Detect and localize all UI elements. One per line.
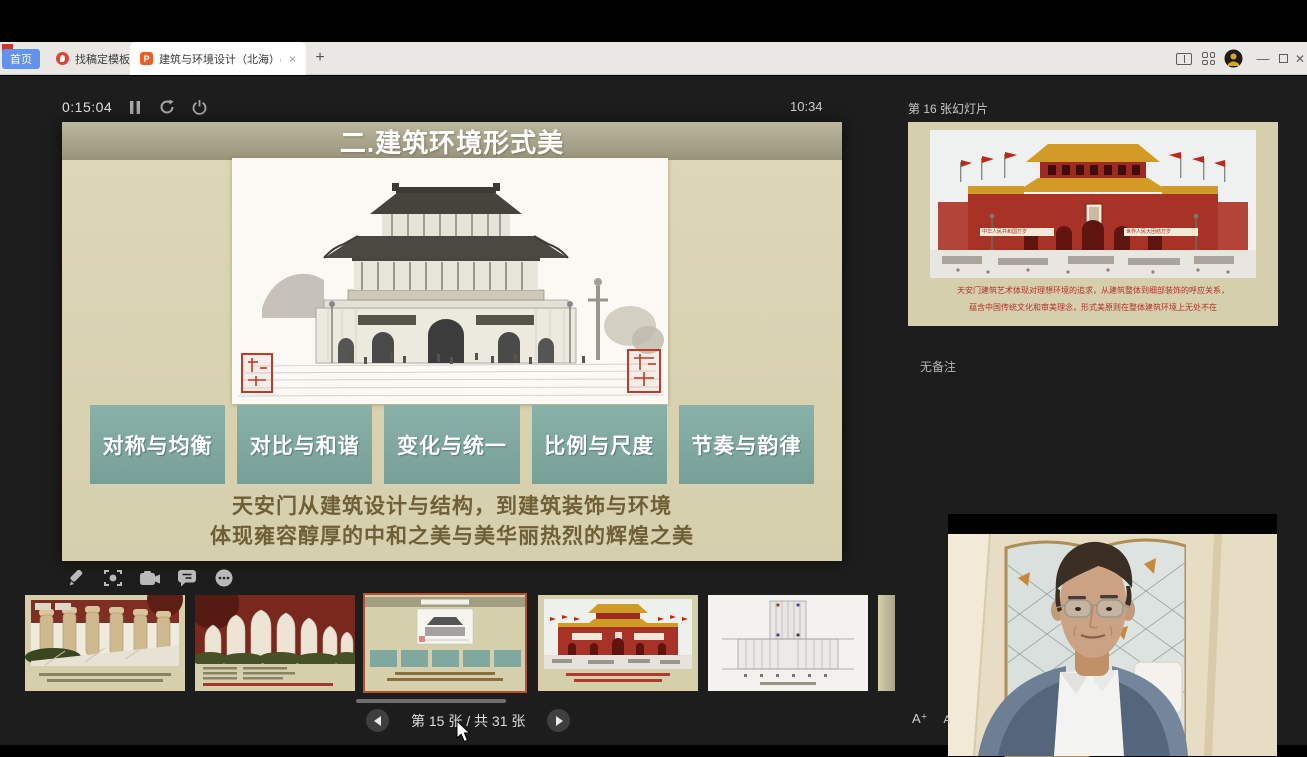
annotation-toolbar — [66, 568, 234, 588]
power-icon — [192, 100, 207, 115]
webcam-feed — [948, 514, 1277, 757]
tab-home[interactable]: 首页 — [2, 49, 40, 69]
thumbnail-slide-16[interactable] — [538, 595, 698, 691]
tab-document[interactable]: P 建筑与环境设计（北海）(2).pptx × — [130, 42, 306, 75]
minimize-button[interactable]: — — [1254, 42, 1272, 75]
thumbnail-slide-17[interactable] — [708, 595, 868, 691]
next-slide-button[interactable] — [547, 709, 570, 732]
keyword-proportion: 比例与尺度 — [532, 405, 667, 484]
comment-icon — [178, 570, 196, 587]
more-button[interactable] — [214, 568, 234, 588]
slide-caption-line2: 体现雍容醇厚的中和之美与美华丽热烈的辉煌之美 — [62, 520, 842, 550]
preview-plaque-right: 世界人民大团结万岁 — [1124, 228, 1198, 236]
next-icon — [554, 716, 564, 726]
preview-caption-line1: 天安门建筑艺术体现对理想环境的追求，从建筑整体到细部装饰的呼应关系， — [908, 285, 1278, 296]
keyword-symmetry: 对称与均衡 — [90, 405, 225, 484]
restore-button[interactable] — [1274, 42, 1292, 75]
side-panel-button[interactable] — [1176, 42, 1196, 75]
wall-clock: 10:34 — [790, 99, 823, 114]
more-icon — [215, 569, 233, 587]
preview-plaque-left: 中华人民共和国万岁 — [980, 228, 1054, 236]
camera-button[interactable] — [140, 568, 160, 588]
speaker-notes-empty: 无备注 — [920, 358, 956, 375]
thumbnail-slide-18-partial[interactable] — [878, 595, 895, 691]
notes-font-controls: A⁺ A — [912, 711, 951, 727]
tab-document-label: 建筑与环境设计（北海）(2).pptx — [159, 51, 281, 67]
mouse-cursor — [456, 721, 472, 743]
pen-icon — [68, 570, 85, 587]
keyword-contrast: 对比与和谐 — [237, 405, 372, 484]
slide-keyword-buttons: 对称与均衡 对比与和谐 变化与统一 比例与尺度 节奏与韵律 — [90, 405, 814, 484]
tab-close-icon[interactable]: × — [289, 52, 296, 66]
reset-timer-button[interactable] — [158, 98, 176, 116]
laser-pointer-button[interactable] — [103, 568, 123, 588]
reset-icon — [159, 99, 175, 115]
restore-icon — [1279, 54, 1288, 63]
screen: 首页 找稿定模板 P 建筑与环境设计（北海）(2).pptx × + — — [0, 0, 1307, 757]
tab-template-label: 找稿定模板 — [75, 51, 130, 67]
tab-grid-button[interactable] — [1202, 42, 1222, 75]
tiananmen-engraving-image — [232, 158, 668, 404]
filmstrip-scrollbar[interactable] — [356, 699, 506, 703]
camera-icon — [140, 571, 160, 586]
close-window-button[interactable]: ✕ — [1293, 42, 1307, 75]
slide-title: 二.建筑环境形式美 — [62, 122, 842, 160]
side-panel-icon — [1176, 53, 1192, 65]
previous-slide-button[interactable] — [366, 709, 389, 732]
avatar-icon — [1224, 49, 1243, 68]
browser-tab-bar: 首页 找稿定模板 P 建筑与环境设计（北海）(2).pptx × + — — [0, 42, 1307, 75]
grid-icon — [1202, 52, 1215, 65]
presentation-area: 0:15:04 10:34 二.建筑环境形式美 — [0, 76, 1307, 745]
end-show-button[interactable] — [190, 98, 208, 116]
comment-button[interactable] — [177, 568, 197, 588]
seal-stamp-left — [242, 354, 272, 392]
laser-pointer-icon — [104, 569, 122, 587]
font-increase-button[interactable]: A⁺ — [912, 711, 928, 727]
slide-caption-line1: 天安门从建筑设计与结构，到建筑装饰与环境 — [62, 490, 842, 520]
next-slide-panel-header: 第 16 张幻灯片 — [908, 100, 988, 117]
elapsed-timer: 0:15:04 — [62, 99, 112, 115]
thumbnail-slide-15-current[interactable] — [363, 593, 527, 693]
previous-icon — [373, 716, 383, 726]
keyword-variation: 变化与统一 — [384, 405, 519, 484]
timer-controls: 0:15:04 — [62, 98, 208, 116]
new-tab-button[interactable]: + — [308, 46, 332, 70]
seal-stamp-right — [628, 350, 660, 392]
slide-canvas[interactable]: 二.建筑环境形式美 — [62, 122, 842, 561]
next-slide-preview: 中华人民共和国万岁 世界人民大团结万岁 天安门建筑艺术体现对理想环境的追求，从建… — [908, 122, 1278, 326]
pen-button[interactable] — [66, 568, 86, 588]
thumbnail-slide-14[interactable] — [195, 595, 355, 691]
pause-button[interactable] — [126, 98, 144, 116]
gaoding-logo-icon — [56, 52, 69, 65]
wps-presentation-icon: P — [140, 52, 153, 65]
thumbnail-slide-13[interactable] — [25, 595, 185, 691]
font-decrease-button[interactable]: A — [944, 714, 951, 726]
pause-icon — [129, 101, 141, 114]
user-avatar[interactable] — [1224, 42, 1246, 75]
preview-caption-line2: 蕴含中国传统文化和审美理念，形式美原则在整体建筑环境上无处不在 — [908, 302, 1278, 313]
keyword-rhythm: 节奏与韵律 — [679, 405, 814, 484]
